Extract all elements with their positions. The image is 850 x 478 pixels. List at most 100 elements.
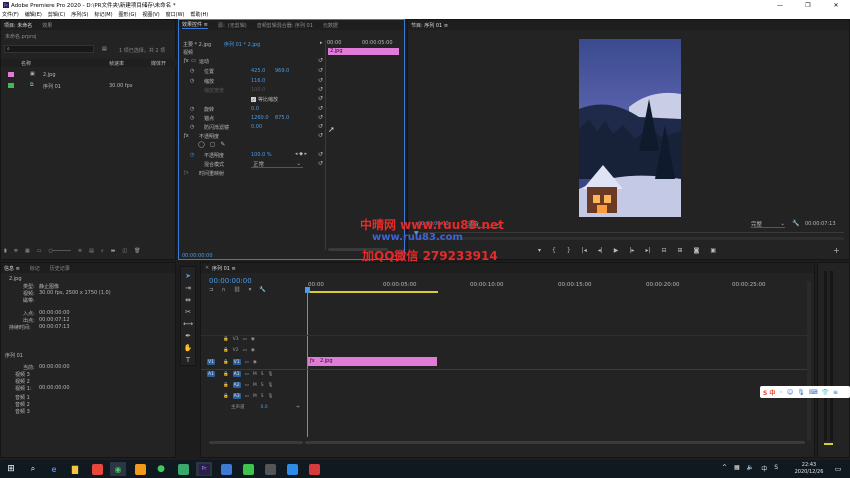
tab-history[interactable]: 历史记录 [50,265,70,272]
linked-selection-icon[interactable]: ⛓ [234,287,241,293]
mic-icon[interactable]: 🎙 [268,394,274,399]
edge-icon[interactable]: e [46,462,62,476]
rectangle-mask-icon[interactable]: ▢ [210,141,216,148]
export-frame-icon[interactable]: ◙ [694,247,700,254]
tab-effects[interactable]: 效果 [42,22,52,29]
solo-button[interactable]: S [261,383,264,388]
mark-out-icon[interactable]: } [567,247,571,254]
opacity-value[interactable]: 100.0 % [251,151,272,159]
sync-lock-icon[interactable]: ▭ [245,372,249,377]
track-header-v2[interactable]: 🔒 V2 ▭ ◉ [223,348,255,353]
source-patch-v1[interactable]: V1 [207,359,215,365]
file-explorer-icon[interactable]: ▇ [67,462,83,476]
network-icon[interactable]: ▦ [734,464,740,473]
clock[interactable]: 22:43 2020/12/26 [792,462,826,476]
rotation-value[interactable]: 0.0 [251,105,259,113]
sync-lock-icon[interactable]: ▭ [245,394,249,399]
wechat-icon[interactable]: ◉ [110,462,126,476]
fx-icon[interactable]: ƒx [184,133,189,139]
reset-icon[interactable]: ↺ [318,123,323,130]
sort-icon[interactable]: ≡ [78,248,82,254]
tab-metadata[interactable]: 元数据 [323,22,338,29]
timeline-vertical-scrollbar[interactable] [807,281,811,441]
timeline-timecode[interactable]: 00:00:00:00 [209,277,252,285]
track-header-v1[interactable]: V1 🔒 V1 ▭ ◉ [207,359,257,365]
razor-tool-icon[interactable]: ✂ [183,307,193,316]
tab-project[interactable]: 项目: 未命名 [4,22,32,29]
hand-tool-icon[interactable]: ✋ [183,343,193,352]
reset-icon[interactable]: ↺ [318,77,323,84]
ellipse-mask-icon[interactable]: ◯ [198,141,205,148]
track-header-a2[interactable]: 🔒 A2 ▭ M S 🎙 [223,382,273,388]
eye-icon[interactable]: ◉ [251,348,255,353]
mic-icon[interactable]: 🎙 [268,372,274,377]
stopwatch-icon[interactable]: ◷ [190,78,194,84]
app-icon[interactable] [89,462,105,476]
sync-lock-icon[interactable]: ▭ [245,383,249,388]
time-remap-label[interactable]: 时间重映射 [199,169,224,177]
tab-info[interactable]: 信息 ≡ [4,265,20,272]
lock-icon[interactable]: 🔒 [223,372,229,377]
tab-audio-mixer[interactable]: 音频剪辑混合器: 序列 01 [257,22,313,29]
clear-icon[interactable]: 🗑 [134,248,140,254]
menu-edit[interactable]: 编辑(E) [25,11,42,18]
reset-icon[interactable]: ↺ [318,57,323,64]
menu-graphics[interactable]: 图形(G) [119,11,137,18]
step-back-icon[interactable]: ◂| [598,247,603,254]
source-patch-a1[interactable]: A1 [207,371,215,377]
app-icon[interactable] [284,462,300,476]
app-icon[interactable] [306,462,322,476]
position-y-value[interactable]: 969.0 [275,67,289,75]
column-name[interactable]: 名称 [21,59,31,67]
reset-icon[interactable]: ↺ [318,160,323,167]
ime-toolbar[interactable]: S 中 ◦ ☺ 🎙 ⌨ 👕 ≡ [760,386,850,398]
app-icon[interactable] [262,462,278,476]
menu-view[interactable]: 视图(V) [142,11,159,18]
target-clip-label[interactable]: 序列 01 * 2.jpg [224,40,260,48]
sync-lock-icon[interactable]: ▭ [243,337,247,342]
track-header-v3[interactable]: 🔒 V3 ▭ ◉ [223,337,255,342]
nest-icon[interactable]: ⊐ [209,287,214,293]
selection-tool-icon[interactable]: ➤ [183,271,193,280]
eye-icon[interactable]: ◉ [251,337,255,342]
timeline-clip[interactable]: ƒx 2.jpg [308,357,437,366]
timeline-horizontal-scrollbar[interactable] [305,441,805,444]
play-icon[interactable]: ▶ [614,247,619,254]
keyframe-nav-icon[interactable]: ◂ ◆ ▸ [295,151,307,157]
work-area-bar[interactable] [308,291,438,293]
uniform-scale-checkbox[interactable]: ✓ [251,97,256,102]
ripple-edit-tool-icon[interactable]: ⇹ [183,295,193,304]
menu-help[interactable]: 帮助(H) [191,11,209,18]
blend-mode-select[interactable]: 正常 ⌄ [251,160,303,168]
start-button[interactable]: ⊞ [3,462,19,476]
slip-tool-icon[interactable]: ⟷ [183,319,193,328]
anchor-y-value[interactable]: 875.0 [275,114,289,122]
reset-icon[interactable]: ↺ [318,114,323,121]
anti-flicker-value[interactable]: 0.00 [251,123,262,131]
tab-source[interactable]: 源：(无剪辑) [218,22,247,29]
reset-icon[interactable]: ↺ [318,86,323,93]
reset-icon[interactable]: ↺ [318,105,323,112]
menu-clip[interactable]: 剪辑(C) [48,11,65,18]
stopwatch-icon[interactable]: ◷ [190,68,194,74]
tab-program[interactable]: 节目: 序列 01 ≡ [411,22,448,29]
anchor-x-value[interactable]: 1260.0 [251,114,269,122]
reset-icon[interactable]: ↺ [318,151,323,158]
tab-sequence[interactable]: 序列 01 ≡ [212,265,236,272]
ec-clip-bar[interactable]: 2.jpg [328,48,399,55]
mute-button[interactable]: M [253,394,257,399]
lock-icon[interactable]: 🔒 [223,360,229,365]
list-item[interactable]: ⧉ 序列 01 30.00 fps [1,81,177,90]
scale-value[interactable]: 116.0 [251,77,265,85]
solo-button[interactable]: S [261,372,264,377]
new-bin-icon[interactable]: ▤ [102,46,107,52]
pen-tool-icon[interactable]: ✒ [183,331,193,340]
lock-icon[interactable]: ▮ [4,248,7,254]
track-header-a1[interactable]: A1 🔒 A1 ▭ M S 🎙 [207,371,273,377]
app-icon[interactable] [132,462,148,476]
playhead-handle[interactable] [305,287,310,293]
timeline-settings-icon[interactable]: 🔧 [259,287,266,293]
stopwatch-icon[interactable]: ◷ [190,106,194,112]
track-name[interactable]: A1 [232,371,241,377]
ime-skin-icon[interactable]: 👕 [822,389,829,396]
